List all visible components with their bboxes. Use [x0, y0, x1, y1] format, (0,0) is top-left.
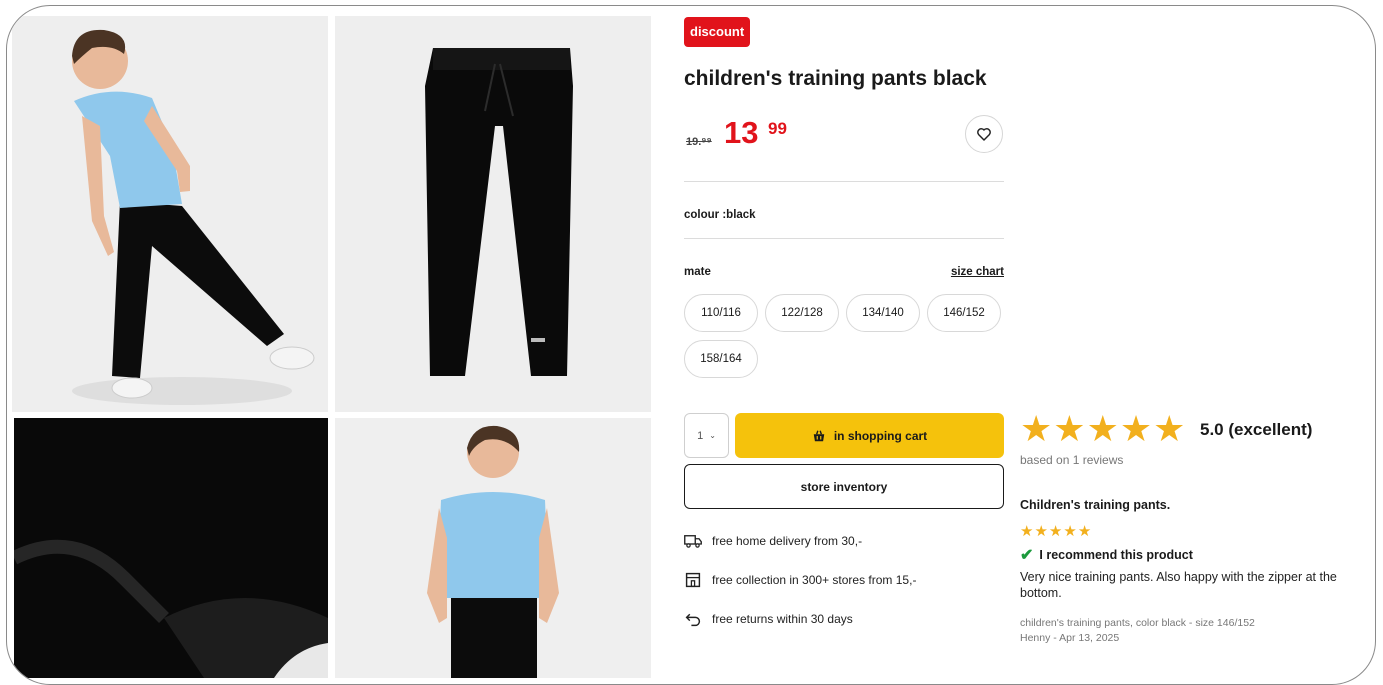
basket-icon — [813, 430, 825, 441]
favorite-button[interactable] — [965, 115, 1003, 153]
review-title: Children's training pants. — [1020, 498, 1171, 512]
review-meta-author: Henny - Apr 13, 2025 — [1020, 632, 1120, 644]
star-icon: ★ — [1034, 523, 1048, 540]
divider — [684, 238, 1004, 239]
perk-collection: free collection in 300+ stores from 15,- — [684, 571, 916, 589]
size-option[interactable]: 158/164 — [684, 340, 758, 378]
size-option[interactable]: 146/152 — [927, 294, 1001, 332]
review-body: Very nice training pants. Also happy wit… — [1020, 570, 1337, 600]
store-inventory-button[interactable]: store inventory — [684, 464, 1004, 509]
star-icon: ★ — [1020, 408, 1053, 449]
return-icon — [684, 610, 702, 628]
star-icon: ★ — [1086, 408, 1119, 449]
gallery-image-fabric-detail[interactable] — [14, 418, 328, 678]
discount-badge: discount — [684, 17, 751, 47]
chevron-down-icon: ⌄ — [709, 431, 716, 440]
star-icon: ★ — [1119, 408, 1153, 449]
review-meta: children's training pants, color black -… — [1020, 616, 1350, 646]
perk-returns: free returns within 30 days — [684, 610, 853, 628]
review-count[interactable]: based on 1 reviews — [1020, 453, 1123, 467]
review-stars: ★ ★ ★ ★ ★ — [1020, 522, 1091, 540]
size-label: mate — [684, 266, 711, 278]
truck-icon — [684, 532, 702, 550]
star-icon: ★ — [1020, 523, 1034, 540]
colour-label: colour :black — [684, 209, 756, 221]
price-cents: 99 — [768, 119, 787, 138]
gallery-image-model-front[interactable] — [12, 16, 328, 412]
review-meta-product: children's training pants, color black -… — [1020, 617, 1255, 629]
star-icon: ★ — [1077, 523, 1092, 540]
rating-stars: ★ ★ ★ ★ ★ — [1020, 409, 1185, 449]
perk-text: free collection in 300+ stores from 15,- — [712, 573, 917, 587]
quantity-value: 1 — [697, 429, 704, 442]
rating-score: 5.0 (excellent) — [1200, 420, 1313, 439]
checkmark-icon: ✔ — [1020, 547, 1034, 564]
recommend-text: I recommend this product — [1039, 548, 1193, 562]
gallery-image-product-flat[interactable] — [335, 16, 651, 412]
product-title: children's training pants black — [684, 67, 987, 90]
size-chart-link[interactable]: size chart — [951, 266, 1004, 278]
heart-icon — [977, 128, 991, 141]
product-page: discount children's training pants black… — [6, 5, 1376, 685]
quantity-select[interactable]: 1 ⌄ — [684, 413, 729, 458]
size-option[interactable]: 110/116 — [684, 294, 758, 332]
star-icon: ★ — [1053, 408, 1086, 449]
gallery-image-model-back[interactable] — [335, 418, 651, 678]
perk-text: free returns within 30 days — [712, 612, 853, 626]
star-icon: ★ — [1063, 523, 1077, 540]
cart-button-label: in shopping cart — [833, 428, 928, 443]
price-main: 13 — [724, 115, 759, 150]
star-icon: ★ — [1048, 523, 1063, 540]
size-option[interactable]: 122/128 — [765, 294, 839, 332]
divider — [684, 181, 1004, 182]
perk-text: free home delivery from 30,- — [712, 534, 863, 548]
star-icon: ★ — [1153, 408, 1186, 449]
store-icon — [684, 571, 702, 589]
size-option[interactable]: 134/140 — [846, 294, 920, 332]
review-recommend: ✔ I recommend this product — [1020, 545, 1193, 565]
add-to-cart-button[interactable]: in shopping cart — [735, 413, 1004, 458]
price-old: 19.⁹⁹ — [686, 136, 712, 148]
perk-delivery: free home delivery from 30,- — [684, 532, 862, 550]
